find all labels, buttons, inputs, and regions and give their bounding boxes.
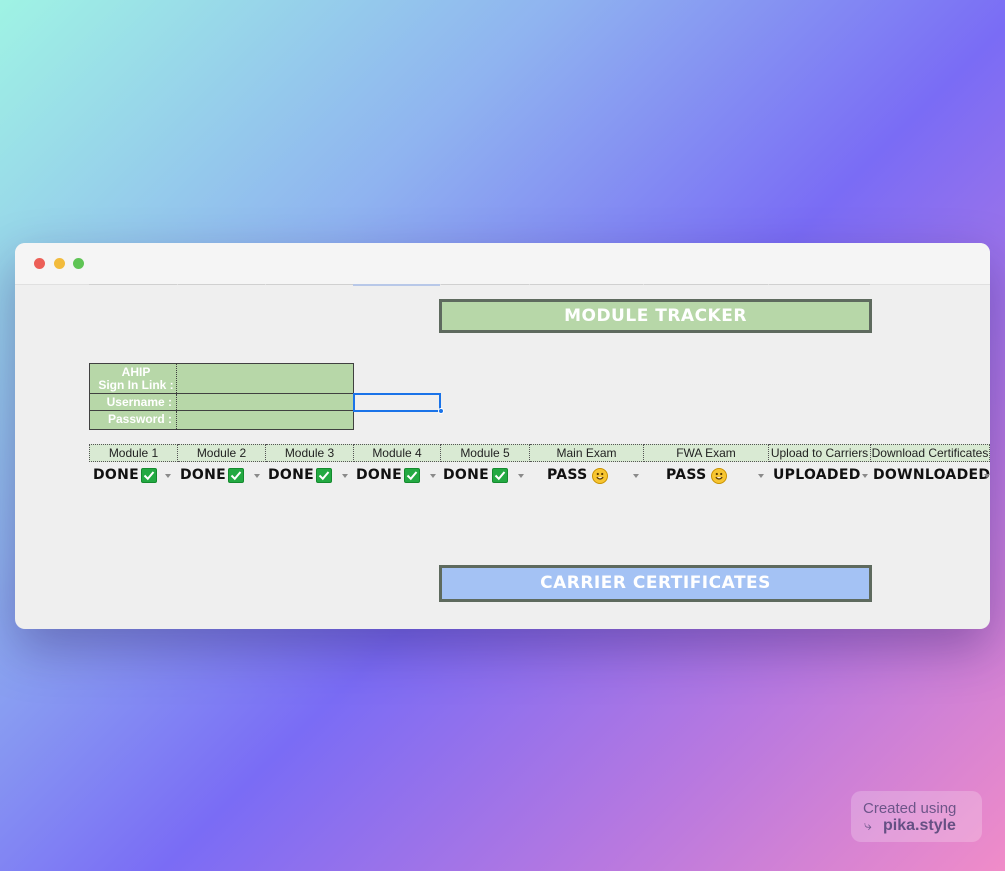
status-download-certificates-dropdown[interactable]: DOWNLOADED [871,465,990,487]
checkmark-icon [228,468,244,483]
smiley-icon [592,468,608,484]
dropdown-caret-icon[interactable] [342,474,348,478]
status-main-exam-dropdown[interactable]: PASS [530,465,644,487]
ahip-link-label: AHIP Sign In Link : [90,364,177,393]
smiley-icon [711,468,727,484]
header-download-certificates[interactable]: Download Certificates [871,444,990,462]
app-window: MODULE TRACKER AHIP Sign In Link : Usern… [15,243,990,629]
dropdown-caret-icon[interactable] [633,474,639,478]
status-text: PASS [547,467,588,483]
dropdown-caret-icon[interactable] [430,474,436,478]
module-tracker-banner[interactable]: MODULE TRACKER [439,299,872,333]
status-text: DONE [93,467,140,483]
dropdown-caret-icon[interactable] [984,474,990,478]
status-text: DOWNLOADED [873,467,990,483]
status-fwa-exam-dropdown[interactable]: PASS [644,465,769,487]
username-cell[interactable] [178,394,353,410]
header-module-1[interactable]: Module 1 [89,444,178,462]
login-info-block: AHIP Sign In Link : Username : Password … [89,363,354,430]
status-upload-carriers-dropdown[interactable]: UPLOADED [769,465,871,487]
window-titlebar [15,243,990,286]
tracker-status-row: DONE DONE DONE DONE DONE PASS PASS UPLOA… [89,465,990,487]
header-module-4[interactable]: Module 4 [354,444,441,462]
password-cell[interactable] [178,411,353,429]
fill-handle[interactable] [438,408,444,414]
status-module-5-dropdown[interactable]: DONE [441,465,530,487]
dropdown-caret-icon[interactable] [254,474,260,478]
ahip-label-line1: AHIP [121,365,151,379]
pika-watermark[interactable]: Created using ⤷ pika.style [851,791,982,842]
watermark-arrow-icon: ⤷ [864,817,872,833]
status-text: DONE [356,467,403,483]
maximize-window-button[interactable] [73,258,84,269]
tracker-header-row: Module 1 Module 2 Module 3 Module 4 Modu… [89,444,990,462]
close-window-button[interactable] [34,258,45,269]
username-row: Username : [90,394,353,411]
dropdown-caret-icon[interactable] [165,474,171,478]
status-text: DONE [268,467,315,483]
status-text: DONE [443,467,490,483]
status-module-2-dropdown[interactable]: DONE [178,465,266,487]
checkmark-icon [316,468,332,483]
header-module-3[interactable]: Module 3 [266,444,354,462]
status-text: PASS [666,467,707,483]
dropdown-caret-icon[interactable] [758,474,764,478]
header-upload-carriers[interactable]: Upload to Carriers [769,444,871,462]
minimize-window-button[interactable] [54,258,65,269]
header-fwa-exam[interactable]: FWA Exam [644,444,769,462]
header-module-5[interactable]: Module 5 [441,444,530,462]
status-text: UPLOADED [773,467,861,483]
status-module-3-dropdown[interactable]: DONE [266,465,354,487]
ahip-link-row: AHIP Sign In Link : [90,364,353,394]
watermark-created-text: Created using [863,800,957,817]
header-main-exam[interactable]: Main Exam [530,444,644,462]
username-label: Username : [90,394,177,410]
status-module-4-dropdown[interactable]: DONE [354,465,441,487]
checkmark-icon [141,468,157,483]
ahip-label-line2: Sign In Link : [98,378,174,392]
carrier-certificates-banner[interactable]: CARRIER CERTIFICATES [439,565,872,602]
spreadsheet-grid[interactable]: MODULE TRACKER AHIP Sign In Link : Usern… [15,285,990,629]
selected-cell[interactable] [353,393,441,412]
status-module-1-dropdown[interactable]: DONE [89,465,178,487]
ahip-link-cell[interactable] [178,364,353,393]
dropdown-caret-icon[interactable] [862,474,868,478]
password-label: Password : [90,411,177,429]
checkmark-icon [492,468,508,483]
watermark-brand-text: pika.style [883,817,956,834]
dropdown-caret-icon[interactable] [518,474,524,478]
checkmark-icon [404,468,420,483]
status-text: DONE [180,467,227,483]
password-row: Password : [90,411,353,429]
header-module-2[interactable]: Module 2 [178,444,266,462]
